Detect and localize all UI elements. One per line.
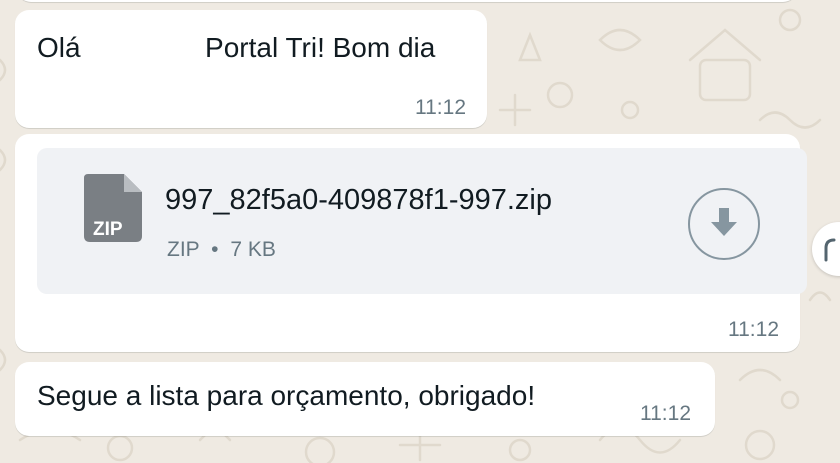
file-type: ZIP bbox=[167, 238, 200, 261]
message-time: 11:12 bbox=[640, 402, 691, 425]
file-icon-label: ZIP bbox=[93, 219, 123, 240]
message-time: 11:12 bbox=[415, 96, 466, 119]
message-text: Segue a lista para orçamento, obrigado! bbox=[37, 380, 536, 411]
message-time: 11:12 bbox=[728, 318, 779, 341]
partial-round-button-icon bbox=[824, 238, 836, 262]
message-bubble[interactable]: Segue a lista para orçamento, obrigado! … bbox=[15, 362, 715, 436]
download-icon bbox=[711, 208, 737, 236]
file-size: 7 KB bbox=[230, 238, 276, 261]
download-button[interactable] bbox=[688, 188, 760, 260]
previous-message-bubble bbox=[17, 0, 797, 2]
message-bubble[interactable]: Olá Portal Tri! Bom dia 11:12 bbox=[15, 10, 487, 128]
file-name: 997_82f5a0-409878f1-997.zip bbox=[165, 184, 552, 216]
file-message-bubble[interactable]: ZIP 997_82f5a0-409878f1-997.zip ZIP • 7 … bbox=[15, 134, 807, 352]
file-meta: ZIP • 7 KB bbox=[167, 238, 276, 262]
separator-dot: • bbox=[211, 238, 219, 261]
message-text: Olá Portal Tri! Bom dia bbox=[37, 32, 436, 63]
file-attachment-card[interactable]: ZIP 997_82f5a0-409878f1-997.zip ZIP • 7 … bbox=[37, 148, 807, 294]
side-action-button[interactable] bbox=[812, 222, 840, 276]
